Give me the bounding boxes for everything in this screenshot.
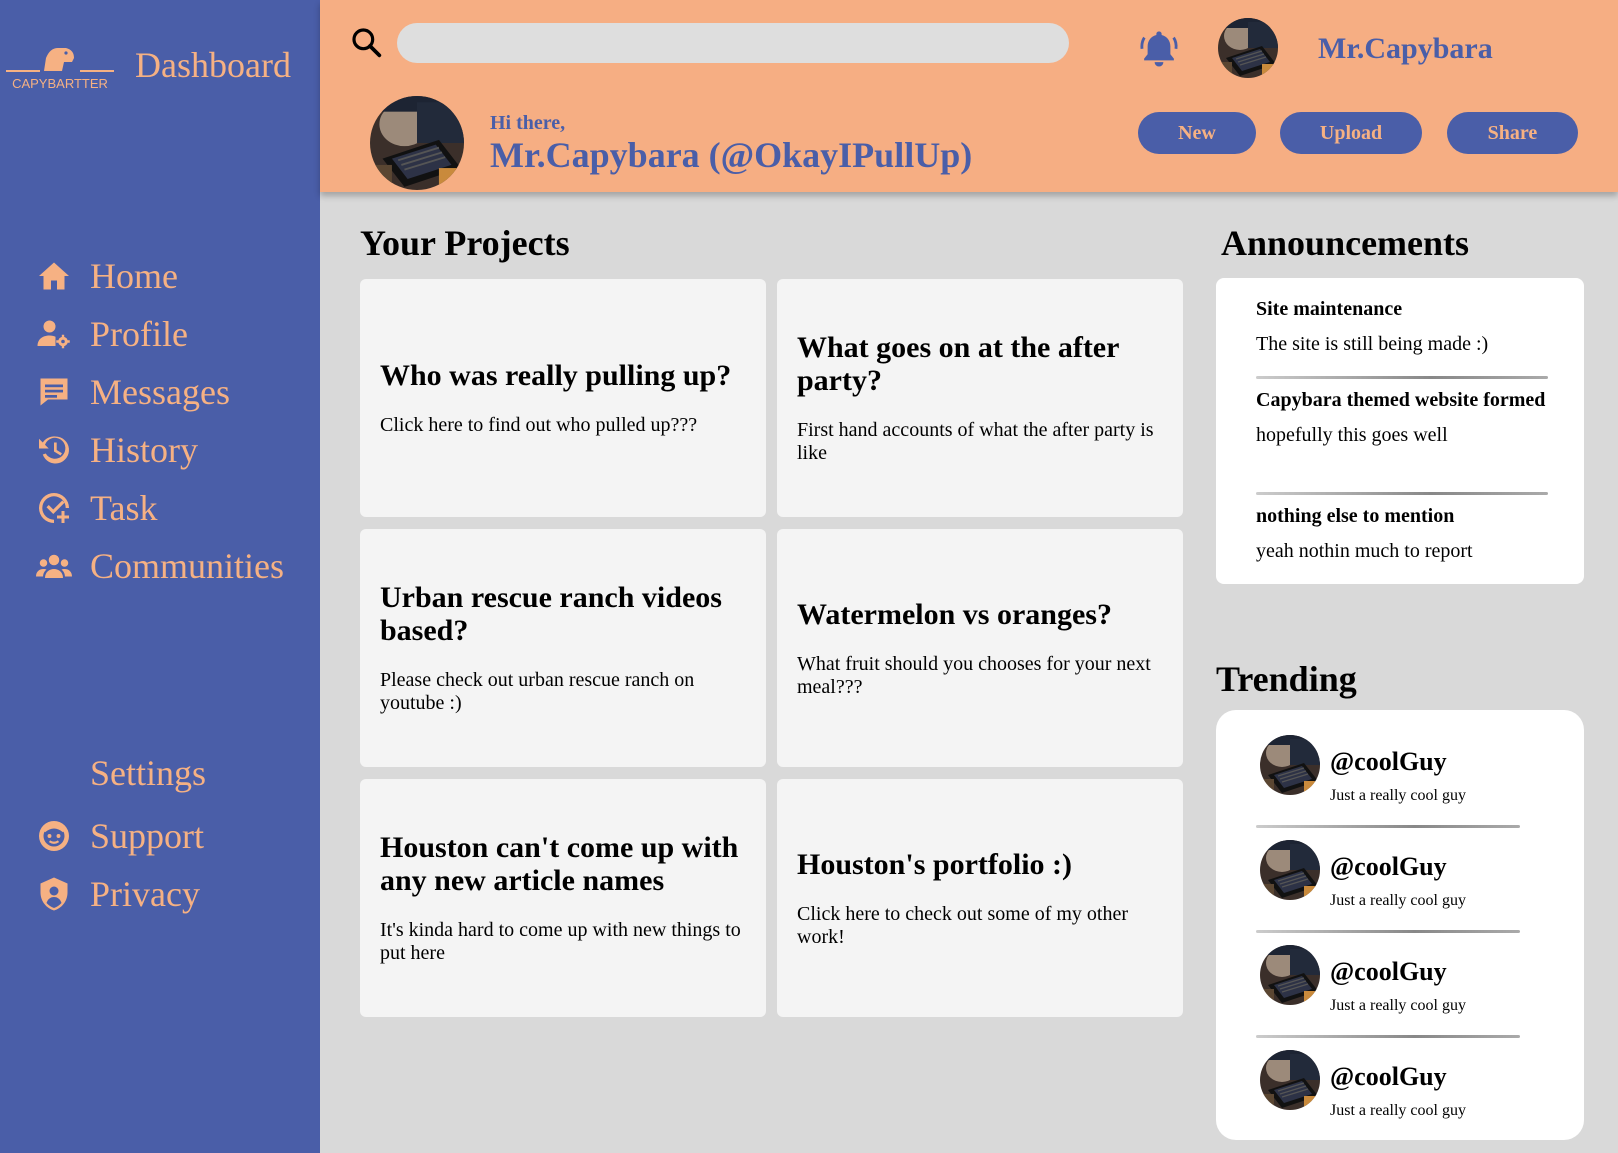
project-card-desc: First hand accounts of what the after pa… — [797, 419, 1154, 464]
greeting-text: Hi there, — [490, 112, 566, 134]
project-card[interactable]: Houston can't come up with any new artic… — [360, 779, 766, 1017]
announcement-title: Site maintenance — [1256, 298, 1403, 320]
project-card[interactable]: Houston's portfolio :) Click here to che… — [777, 779, 1183, 1017]
user-gear-icon — [34, 314, 74, 354]
sidebar-item-support[interactable]: Support — [34, 812, 304, 860]
project-card-desc: Click here to check out some of my other… — [797, 902, 1129, 948]
announcements-title: Announcements — [1221, 223, 1470, 263]
project-card-title: Houston's portfolio :) — [797, 847, 1073, 881]
sidebar-item-label: History — [90, 430, 198, 470]
announcement-body: hopefully this goes well — [1256, 424, 1448, 446]
search-icon[interactable] — [350, 26, 382, 58]
avatar — [1260, 735, 1320, 795]
project-card[interactable]: Who was really pulling up? Click here to… — [360, 279, 766, 517]
trending-handle: @coolGuy — [1330, 747, 1447, 776]
header-username[interactable]: Mr.Capybara — [1318, 32, 1493, 66]
project-card-title: Who was really pulling up? — [380, 359, 732, 392]
header: Mr.Capybara Hi there, Mr.Capybara (@Okay… — [320, 0, 1618, 192]
sidebar-item-settings[interactable]: Settings — [90, 752, 206, 794]
divider — [1256, 930, 1520, 933]
sidebar-item-messages[interactable]: Messages — [34, 368, 304, 416]
shield-icon — [34, 874, 74, 914]
announcement-item: nothing else to mention yeah nothin much… — [1256, 505, 1548, 563]
task-icon — [34, 488, 74, 528]
brand: CAPYBARTTER Dashboard — [0, 34, 320, 94]
projects-title: Your Projects — [360, 223, 570, 263]
project-card-title: Watermelon vs oranges? — [797, 597, 1112, 631]
logo-text: CAPYBARTTER — [12, 76, 108, 91]
trending-user[interactable]: @coolGuy Just a really cool guy — [1260, 735, 1560, 804]
new-button[interactable]: New — [1138, 112, 1256, 154]
history-icon — [34, 430, 74, 470]
trending-handle: @coolGuy — [1330, 1062, 1447, 1091]
sidebar-item-home[interactable]: Home — [34, 252, 304, 300]
sidebar-item-privacy[interactable]: Privacy — [34, 870, 304, 918]
profile-avatar — [370, 96, 464, 190]
project-card[interactable]: Watermelon vs oranges? What fruit should… — [777, 529, 1183, 767]
trending-user[interactable]: @coolGuy Just a really cool guy — [1260, 840, 1560, 909]
project-card-desc: Please check out urban rescue ranch on y… — [380, 669, 695, 714]
announcement-body: yeah nothin much to report — [1256, 540, 1473, 562]
upload-button[interactable]: Upload — [1280, 112, 1422, 154]
trending-handle: @coolGuy — [1330, 957, 1447, 986]
trending-panel: @coolGuy Just a really cool guy @coolGuy… — [1216, 710, 1584, 1140]
sidebar-item-label: Support — [90, 816, 205, 856]
project-card-title: Urban rescue ranch videos based? — [380, 581, 722, 647]
support-icon — [34, 816, 74, 856]
trending-user[interactable]: @coolGuy Just a really cool guy — [1260, 1050, 1560, 1119]
announcement-title: Capybara themed website formed — [1256, 389, 1546, 411]
sidebar-item-profile[interactable]: Profile — [34, 310, 304, 358]
avatar — [1260, 1050, 1320, 1110]
avatar[interactable] — [1218, 18, 1278, 78]
project-card-title: Houston can't come up with any new artic… — [380, 831, 739, 897]
greeting-name: Mr.Capybara (@OkayIPullUp) — [490, 135, 973, 175]
project-card-desc: What fruit should you chooses for your n… — [797, 652, 1151, 698]
home-icon — [34, 256, 74, 296]
trending-user[interactable]: @coolGuy Just a really cool guy — [1260, 945, 1560, 1014]
share-button[interactable]: Share — [1447, 112, 1578, 154]
sidebar-item-label: Messages — [90, 372, 230, 412]
sidebar-item-task[interactable]: Task — [34, 484, 304, 532]
trending-title: Trending — [1216, 659, 1357, 699]
search-input[interactable] — [397, 23, 1069, 63]
sidebar-item-label: Communities — [90, 546, 285, 586]
bell-icon[interactable] — [1138, 28, 1180, 70]
trending-bio: Just a really cool guy — [1330, 1102, 1466, 1119]
divider — [1256, 376, 1548, 379]
announcement-title: nothing else to mention — [1256, 505, 1455, 527]
trending-bio: Just a really cool guy — [1330, 892, 1466, 909]
announcement-body: The site is still being made :) — [1256, 333, 1489, 355]
project-card-desc: It's kinda hard to come up with new thin… — [380, 919, 741, 964]
trending-bio: Just a really cool guy — [1330, 787, 1466, 804]
project-card-title: What goes on at the after party? — [797, 331, 1119, 397]
sidebar-item-label: Home — [90, 256, 178, 296]
users-icon — [34, 546, 74, 586]
announcement-item: Capybara themed website formed hopefully… — [1256, 389, 1548, 447]
sidebar-item-label: Task — [90, 488, 158, 528]
divider — [1256, 1035, 1520, 1038]
sidebar-item-label: Profile — [90, 314, 188, 354]
sidebar-item-label: Privacy — [90, 874, 200, 914]
announcements-panel: Site maintenance The site is still being… — [1216, 278, 1584, 584]
avatar — [1260, 945, 1320, 1005]
divider — [1256, 492, 1548, 495]
sidebar: CAPYBARTTER Dashboard Home Profile Messa… — [0, 0, 320, 1153]
sidebar-item-history[interactable]: History — [34, 426, 304, 474]
project-card[interactable]: Urban rescue ranch videos based? Please … — [360, 529, 766, 767]
capybara-logo-icon[interactable]: CAPYBARTTER — [6, 42, 114, 94]
divider — [1256, 825, 1520, 828]
trending-bio: Just a really cool guy — [1330, 997, 1466, 1014]
project-card[interactable]: What goes on at the after party? First h… — [777, 279, 1183, 517]
announcement-item: Site maintenance The site is still being… — [1256, 298, 1548, 356]
sidebar-item-communities[interactable]: Communities — [34, 542, 304, 590]
brand-title: Dashboard — [135, 45, 291, 85]
trending-handle: @coolGuy — [1330, 852, 1447, 881]
project-card-desc: Click here to find out who pulled up??? — [380, 414, 698, 436]
message-icon — [34, 372, 74, 412]
avatar — [1260, 840, 1320, 900]
